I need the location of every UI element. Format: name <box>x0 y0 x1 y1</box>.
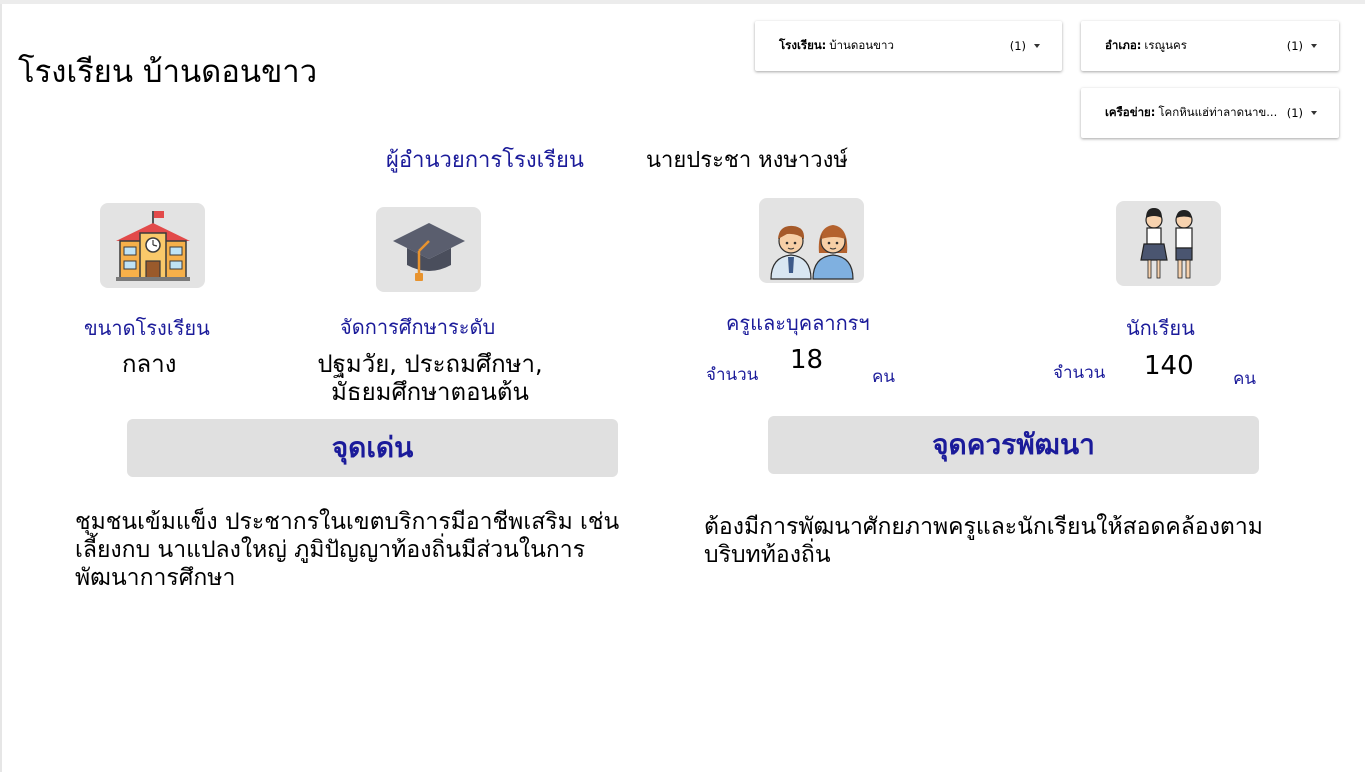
filter-value: โคกหินแฮ่ท่าลาดนาข... <box>1158 105 1278 119</box>
network-filter-dropdown[interactable]: เครือข่าย: โคกหินแฮ่ท่าลาดนาข... (1) <box>1081 88 1339 138</box>
education-level-value-line2: มัธยมศึกษาตอนต้น <box>331 378 529 406</box>
filter-label: โรงเรียน: <box>779 38 827 52</box>
director-name: นายประชา หงษาวงษ์ <box>646 148 848 173</box>
teachers-label: ครูและบุคลากรฯ <box>726 311 870 335</box>
school-filter-dropdown[interactable]: โรงเรียน: บ้านดอนขาว (1) <box>755 21 1062 71</box>
filter-count: (1) <box>1286 106 1303 120</box>
students-label: นักเรียน <box>1126 316 1195 340</box>
filter-value: เรณูนคร <box>1144 38 1187 52</box>
filter-count: (1) <box>1009 39 1026 53</box>
education-level-label: จัดการศึกษาระดับ <box>340 315 496 339</box>
school-building-icon <box>100 203 205 288</box>
students-icon <box>1116 201 1221 286</box>
students-count-unit: คน <box>1233 369 1256 389</box>
teachers-icon <box>759 198 864 283</box>
filter-label: เครือข่าย: <box>1105 105 1156 119</box>
students-count: 140 <box>1144 351 1194 381</box>
filter-label: อำเภอ: <box>1105 38 1142 52</box>
school-size-value: กลาง <box>122 350 177 378</box>
education-level-value-line1: ปฐมวัย, ประถมศึกษา, <box>317 350 543 378</box>
students-count-prefix: จำนวน <box>1053 363 1106 383</box>
improvements-text: ต้องมีการพัฒนาศักยภาพครูและนักเรียนให้สอ… <box>704 514 1263 568</box>
left-border <box>0 4 2 772</box>
caret-down-icon <box>1311 44 1317 48</box>
caret-down-icon <box>1034 44 1040 48</box>
filter-count: (1) <box>1286 39 1303 53</box>
improvements-banner: จุดควรพัฒนา <box>768 416 1259 474</box>
director-label: ผู้อำนวยการโรงเรียน <box>386 148 584 173</box>
graduation-cap-icon <box>376 207 481 292</box>
page-title: โรงเรียน บ้านดอนขาว <box>18 54 318 90</box>
district-filter-dropdown[interactable]: อำเภอ: เรณูนคร (1) <box>1081 21 1339 71</box>
school-size-label: ขนาดโรงเรียน <box>84 316 210 340</box>
teachers-count-unit: คน <box>872 367 895 387</box>
teachers-count-prefix: จำนวน <box>706 365 759 385</box>
strengths-text: ชุมชนเข้มแข็ง ประชากรในเขตบริการมีอาชีพเ… <box>75 509 620 591</box>
teachers-count: 18 <box>790 345 824 375</box>
filter-value: บ้านดอนขาว <box>829 38 894 52</box>
strengths-banner: จุดเด่น <box>127 419 618 477</box>
caret-down-icon <box>1311 111 1317 115</box>
top-border <box>0 0 1365 4</box>
